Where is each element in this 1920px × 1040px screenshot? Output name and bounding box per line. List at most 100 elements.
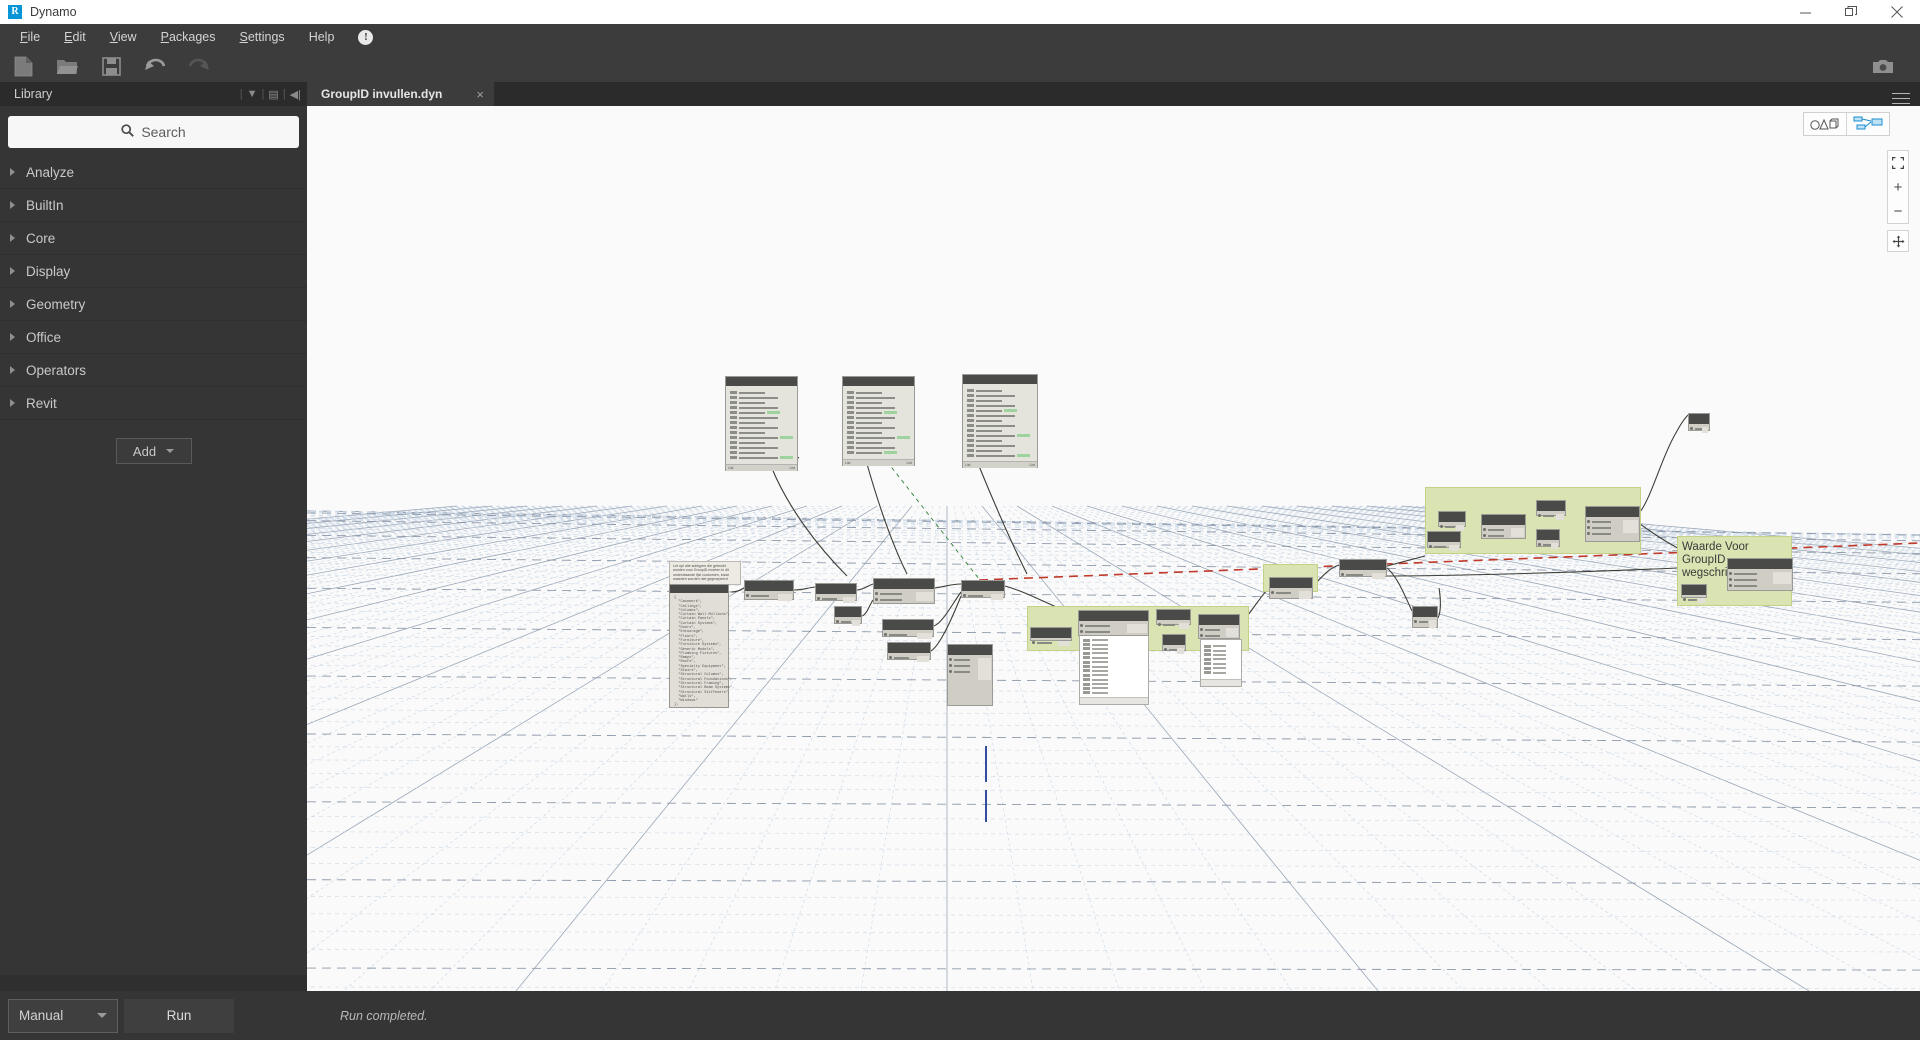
output-port[interactable] bbox=[1456, 525, 1464, 531]
menu-edit[interactable]: Edit bbox=[52, 26, 98, 48]
sidebar-item-core[interactable]: Core bbox=[0, 222, 307, 255]
output-port[interactable] bbox=[778, 594, 792, 601]
output-port[interactable] bbox=[1511, 528, 1524, 537]
input-port[interactable] bbox=[1414, 620, 1417, 623]
input-port[interactable] bbox=[949, 658, 952, 661]
output-port[interactable] bbox=[1298, 591, 1311, 599]
input-port[interactable] bbox=[963, 594, 966, 597]
redo-icon[interactable] bbox=[188, 55, 210, 77]
node-u[interactable] bbox=[1536, 529, 1560, 550]
input-port[interactable] bbox=[1538, 543, 1541, 546]
node-t[interactable] bbox=[1536, 500, 1566, 520]
input-port[interactable] bbox=[1729, 572, 1732, 575]
input-port[interactable] bbox=[817, 597, 820, 600]
node-l[interactable] bbox=[1162, 634, 1186, 654]
collapse-icon[interactable]: ◀| bbox=[290, 88, 301, 101]
output-port[interactable] bbox=[1177, 648, 1184, 654]
menu-view[interactable]: View bbox=[98, 26, 149, 48]
undo-icon[interactable] bbox=[144, 55, 166, 77]
menu-file[interactable]: FFileile bbox=[8, 26, 52, 48]
minimize-button[interactable] bbox=[1782, 0, 1828, 24]
close-button[interactable] bbox=[1874, 0, 1920, 24]
filter-icon[interactable]: ▼ bbox=[247, 88, 258, 100]
preview-list-1[interactable] bbox=[1079, 633, 1149, 705]
node-g[interactable] bbox=[961, 580, 1005, 601]
sidebar-item-display[interactable]: Display bbox=[0, 255, 307, 288]
node-h[interactable] bbox=[947, 644, 993, 706]
output-port[interactable] bbox=[1555, 514, 1564, 520]
output-port[interactable] bbox=[990, 594, 1003, 601]
list-icon[interactable]: ▤ bbox=[268, 88, 278, 101]
preview-list-2[interactable] bbox=[1200, 639, 1242, 687]
code-block-node[interactable]: { "Casework", "Ceilings", "Columns", "Cu… bbox=[669, 584, 734, 708]
input-port[interactable] bbox=[1429, 545, 1432, 548]
output-port[interactable] bbox=[917, 633, 932, 640]
input-port[interactable] bbox=[1587, 520, 1590, 523]
output-port[interactable] bbox=[843, 597, 855, 604]
input-port[interactable] bbox=[836, 620, 839, 623]
input-port[interactable] bbox=[875, 598, 878, 601]
menu-packages[interactable]: Packages bbox=[149, 26, 228, 48]
node-v[interactable] bbox=[1585, 506, 1640, 542]
node-k[interactable] bbox=[1156, 609, 1191, 629]
run-mode-dropdown[interactable]: Manual bbox=[8, 998, 118, 1033]
node-x[interactable] bbox=[1681, 584, 1707, 603]
node-w[interactable] bbox=[1688, 413, 1710, 434]
input-port[interactable] bbox=[1200, 628, 1203, 631]
chevron-down-icon[interactable] bbox=[166, 449, 175, 453]
input-port[interactable] bbox=[949, 664, 952, 667]
output-port[interactable] bbox=[916, 656, 929, 663]
input-port[interactable] bbox=[1271, 591, 1274, 594]
output-port[interactable] bbox=[1697, 598, 1705, 603]
input-port[interactable] bbox=[889, 656, 892, 659]
input-port[interactable] bbox=[1483, 534, 1486, 537]
node-f[interactable] bbox=[887, 642, 931, 663]
node-e[interactable] bbox=[882, 619, 934, 640]
input-port[interactable] bbox=[1080, 630, 1083, 633]
sidebar-item-analyze[interactable]: Analyze bbox=[0, 156, 307, 189]
input-port[interactable] bbox=[1440, 525, 1443, 528]
menu-settings[interactable]: Settings bbox=[228, 26, 297, 48]
run-button[interactable]: Run bbox=[124, 998, 234, 1033]
camera-icon[interactable] bbox=[1872, 55, 1894, 77]
chevron-down-icon[interactable] bbox=[97, 1013, 107, 1018]
new-file-icon[interactable] bbox=[12, 55, 34, 77]
search-input[interactable]: Search bbox=[8, 116, 299, 148]
graph-note[interactable]: Let op! alle subtypen die gebruikt worde… bbox=[669, 561, 741, 585]
input-port[interactable] bbox=[1080, 624, 1083, 627]
node-d[interactable] bbox=[834, 606, 862, 627]
sidebar-item-office[interactable]: Office bbox=[0, 321, 307, 354]
output-port[interactable] bbox=[1772, 572, 1791, 584]
notification-warning-icon[interactable]: ! bbox=[358, 29, 374, 45]
menu-help[interactable]: Help bbox=[297, 26, 347, 48]
node-m[interactable] bbox=[1198, 614, 1240, 639]
output-port[interactable] bbox=[1551, 543, 1558, 550]
input-port[interactable] bbox=[1538, 514, 1541, 517]
node-p[interactable] bbox=[1412, 606, 1438, 628]
save-file-icon[interactable] bbox=[100, 55, 122, 77]
sidebar-item-revit[interactable]: Revit bbox=[0, 387, 307, 420]
node-b[interactable] bbox=[815, 583, 857, 604]
node-y[interactable] bbox=[1727, 558, 1793, 591]
output-port[interactable] bbox=[1179, 623, 1189, 629]
input-port[interactable] bbox=[1164, 648, 1167, 651]
graph-canvas[interactable]: + − Waarde Voor GroupID wegschrijven Let … bbox=[307, 106, 1920, 991]
watch-node-3[interactable]: List List bbox=[962, 374, 1038, 468]
node-j[interactable] bbox=[1078, 610, 1149, 636]
input-port[interactable] bbox=[1683, 598, 1686, 601]
sidebar-item-builtin[interactable]: BuiltIn bbox=[0, 189, 307, 222]
input-port[interactable] bbox=[1158, 623, 1161, 626]
node-n[interactable] bbox=[1269, 577, 1313, 599]
watch-node-2[interactable]: List List bbox=[842, 376, 915, 466]
output-port[interactable] bbox=[1226, 628, 1238, 637]
output-port[interactable] bbox=[978, 658, 991, 680]
output-port[interactable] bbox=[1428, 620, 1436, 628]
input-port[interactable] bbox=[1483, 528, 1486, 531]
output-port[interactable] bbox=[1622, 520, 1638, 533]
sidebar-item-geometry[interactable]: Geometry bbox=[0, 288, 307, 321]
watch-node-1[interactable]: List List bbox=[725, 376, 798, 471]
input-port[interactable] bbox=[1341, 573, 1344, 576]
sidebar-item-operators[interactable]: Operators bbox=[0, 354, 307, 387]
node-a[interactable] bbox=[744, 580, 794, 601]
input-port[interactable] bbox=[1729, 578, 1732, 581]
